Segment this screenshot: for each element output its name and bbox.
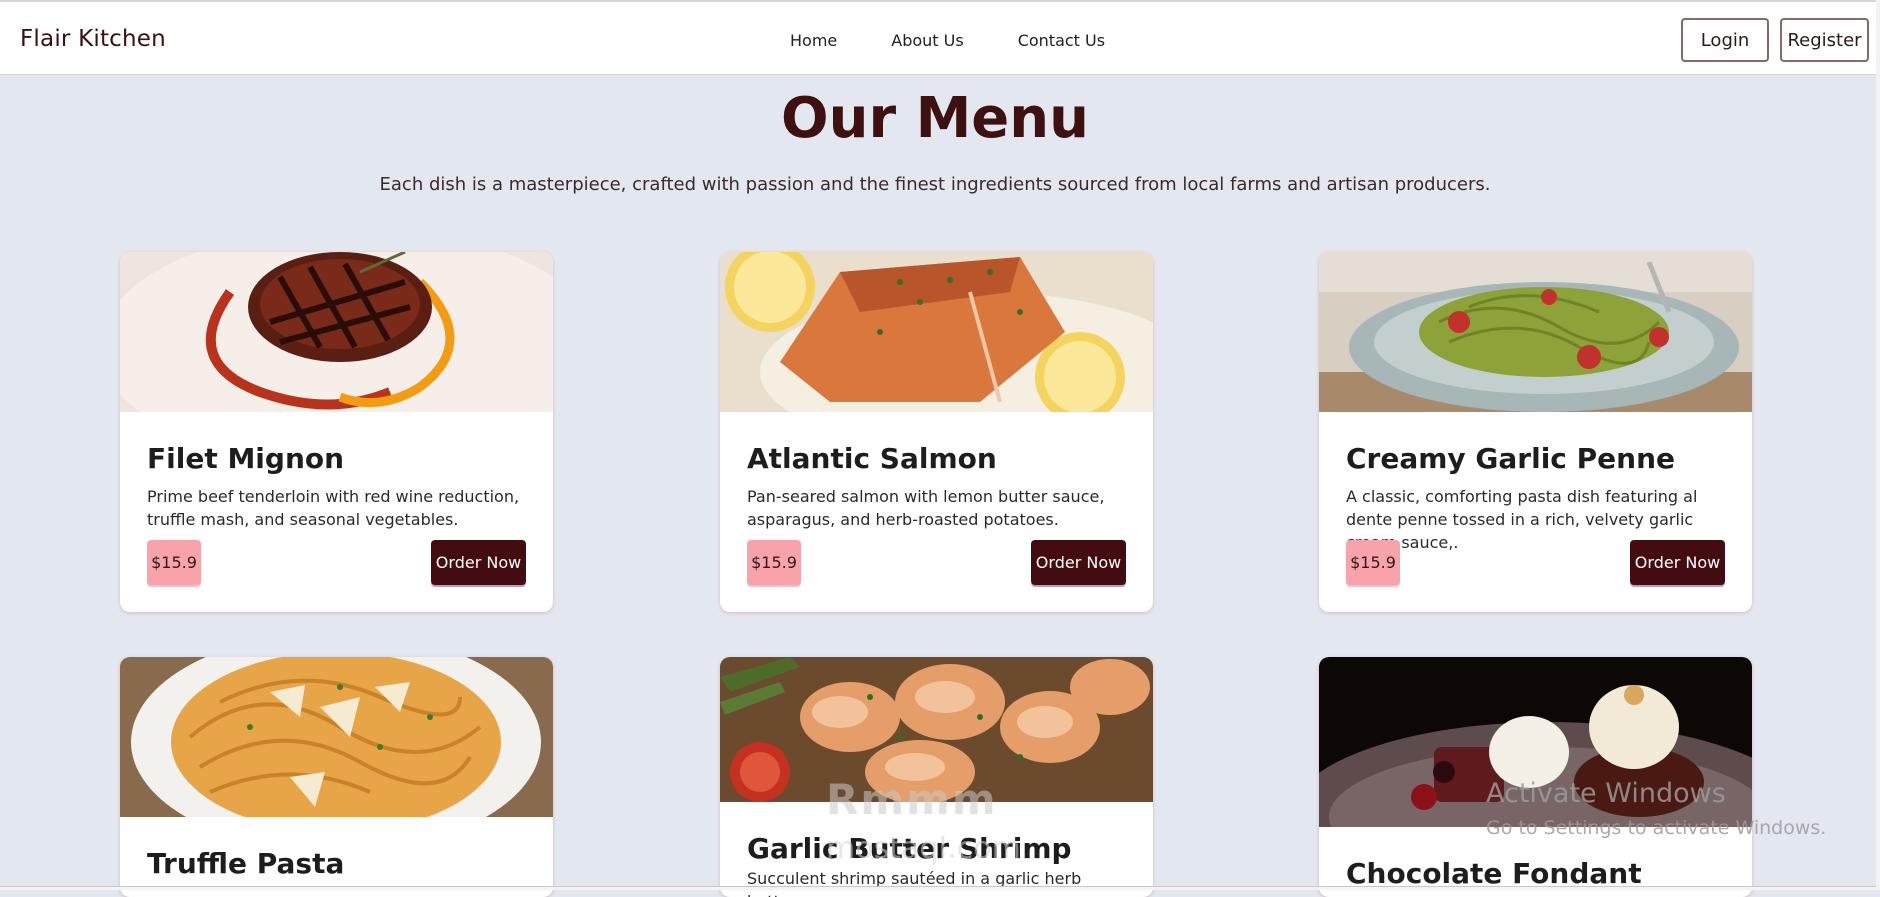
page-title: Our Menu (780, 86, 1090, 151)
price-badge: $15.9 (1346, 540, 1400, 585)
nav-link-about-us[interactable]: About Us (891, 31, 963, 50)
card-title: Filet Mignon (147, 442, 345, 475)
card-description: Pan-seared salmon with lemon butter sauc… (747, 487, 1105, 529)
nav-links: Home About Us Contact Us (790, 31, 1105, 50)
order-now-button[interactable]: Order Now (1031, 540, 1126, 585)
menu-card: Chocolate Fondant (1319, 657, 1752, 897)
watermark-logo: Rmmm (826, 775, 998, 824)
menu-card: Truffle Pasta (120, 657, 553, 897)
price-badge: $15.9 (747, 540, 801, 585)
card-title: Truffle Pasta (147, 847, 345, 880)
window-right-edge (1876, 0, 1880, 890)
window-bottom-edge (0, 886, 1880, 890)
price-badge: $15.9 (147, 540, 201, 585)
steak-image (120, 252, 553, 412)
card-description: Succulent shrimp sautéed in a garlic her… (747, 869, 1082, 897)
watermark-site: mostaqI.com (826, 831, 1021, 866)
navbar: Flair Kitchen Home About Us Contact Us L… (0, 0, 1880, 75)
menu-card: Atlantic Salmon Pan-seared salmon with l… (720, 252, 1153, 612)
card-title: Creamy Garlic Penne (1346, 442, 1676, 475)
brand-logo[interactable]: Flair Kitchen (20, 26, 166, 52)
truffle-pasta-image (120, 657, 553, 817)
menu-card: Filet Mignon Prime beef tenderloin with … (120, 252, 553, 612)
login-button[interactable]: Login (1681, 18, 1769, 62)
order-now-button[interactable]: Order Now (431, 540, 526, 585)
pesto-pasta-image (1319, 252, 1752, 412)
activate-windows-subtitle: Go to Settings to activate Windows. (1486, 817, 1827, 839)
page-subtitle: Each dish is a masterpiece, crafted with… (379, 174, 1491, 195)
salmon-image (720, 252, 1153, 412)
card-description: Prime beef tenderloin with red wine redu… (147, 487, 520, 529)
nav-link-home[interactable]: Home (790, 31, 837, 50)
card-title: Atlantic Salmon (747, 442, 997, 475)
nav-link-contact-us[interactable]: Contact Us (1018, 31, 1105, 50)
activate-windows-title: Activate Windows (1486, 778, 1726, 809)
order-now-button[interactable]: Order Now (1630, 540, 1725, 585)
menu-card: Creamy Garlic Penne A classic, comfortin… (1319, 252, 1752, 612)
register-button[interactable]: Register (1780, 18, 1869, 62)
